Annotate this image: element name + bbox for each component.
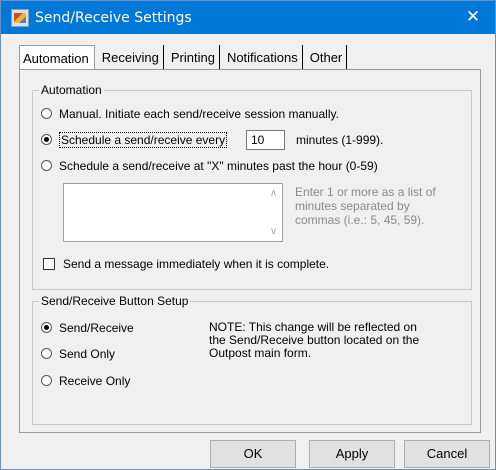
tab-automation[interactable]: Automation [19, 45, 95, 71]
manual-option-label: Manual. Initiate each send/receive sessi… [59, 107, 339, 121]
cancel-button[interactable]: Cancel [404, 440, 490, 468]
send-only-radio[interactable] [41, 348, 52, 359]
button-setup-group: Send/Receive Button Setup Send/Receive S… [32, 294, 472, 425]
receive-only-label: Receive Only [59, 374, 131, 388]
app-icon [11, 9, 29, 27]
receive-only-option[interactable]: Receive Only [41, 374, 130, 388]
manual-option[interactable]: Manual. Initiate each send/receive sessi… [41, 107, 339, 121]
manual-radio[interactable] [41, 108, 52, 119]
send-immediately-option[interactable]: Send a message immediately when it is co… [43, 257, 329, 271]
button-setup-note: NOTE: This change will be reflected on t… [209, 321, 419, 360]
schedule-every-label: Schedule a send/receive every [59, 132, 228, 148]
tab-other[interactable]: Other [306, 45, 348, 70]
scroll-up-icon[interactable]: ∧ [265, 185, 282, 202]
send-immediately-label: Send a message immediately when it is co… [63, 257, 330, 271]
send-receive-option[interactable]: Send/Receive [41, 321, 134, 335]
receive-only-radio[interactable] [41, 375, 52, 386]
minutes-list-textarea[interactable]: ∧ ∨ [63, 183, 283, 242]
hint-line-1: Enter 1 or more as a list of [295, 185, 436, 199]
tab-strip: Automation Receiving Printing Notificati… [19, 45, 350, 71]
ok-button[interactable]: OK [210, 440, 296, 468]
minutes-suffix-label: minutes (1-999). [296, 133, 384, 147]
send-immediately-checkbox[interactable] [43, 258, 55, 270]
send-only-label: Send Only [59, 347, 116, 361]
automation-group-label: Automation [39, 83, 104, 97]
note-line-3: Outpost main form. [209, 346, 312, 360]
apply-button[interactable]: Apply [309, 440, 395, 468]
schedule-past-hour-label: Schedule a send/receive at "X" minutes p… [59, 159, 378, 173]
hint-line-3: commas (i.e.: 5, 45, 59). [295, 213, 425, 227]
hint-line-2: minutes separated by [295, 199, 410, 213]
schedule-past-hour-radio[interactable] [41, 160, 52, 171]
button-setup-group-label: Send/Receive Button Setup [39, 294, 191, 308]
window-title: Send/Receive Settings [35, 10, 192, 26]
tab-panel-automation: Automation Manual. Initiate each send/re… [19, 69, 481, 433]
tab-notifications[interactable]: Notifications [223, 45, 303, 70]
title-bar[interactable]: Send/Receive Settings ✕ [1, 1, 495, 34]
minutes-list-hint: Enter 1 or more as a list of minutes sep… [295, 185, 436, 227]
scroll-down-icon[interactable]: ∨ [265, 223, 282, 240]
schedule-every-radio[interactable] [41, 134, 52, 145]
send-receive-settings-dialog: Send/Receive Settings ✕ Automation Recei… [0, 0, 496, 470]
send-receive-radio[interactable] [41, 322, 52, 333]
tab-printing[interactable]: Printing [167, 45, 220, 70]
send-receive-label: Send/Receive [59, 321, 134, 335]
send-only-option[interactable]: Send Only [41, 347, 115, 361]
close-button[interactable]: ✕ [451, 1, 495, 34]
schedule-past-hour-option[interactable]: Schedule a send/receive at "X" minutes p… [41, 159, 378, 173]
schedule-every-option[interactable]: Schedule a send/receive every [41, 132, 228, 148]
automation-group: Automation Manual. Initiate each send/re… [32, 83, 472, 290]
minutes-interval-input[interactable] [246, 130, 285, 150]
tab-receiving[interactable]: Receiving [98, 45, 164, 70]
